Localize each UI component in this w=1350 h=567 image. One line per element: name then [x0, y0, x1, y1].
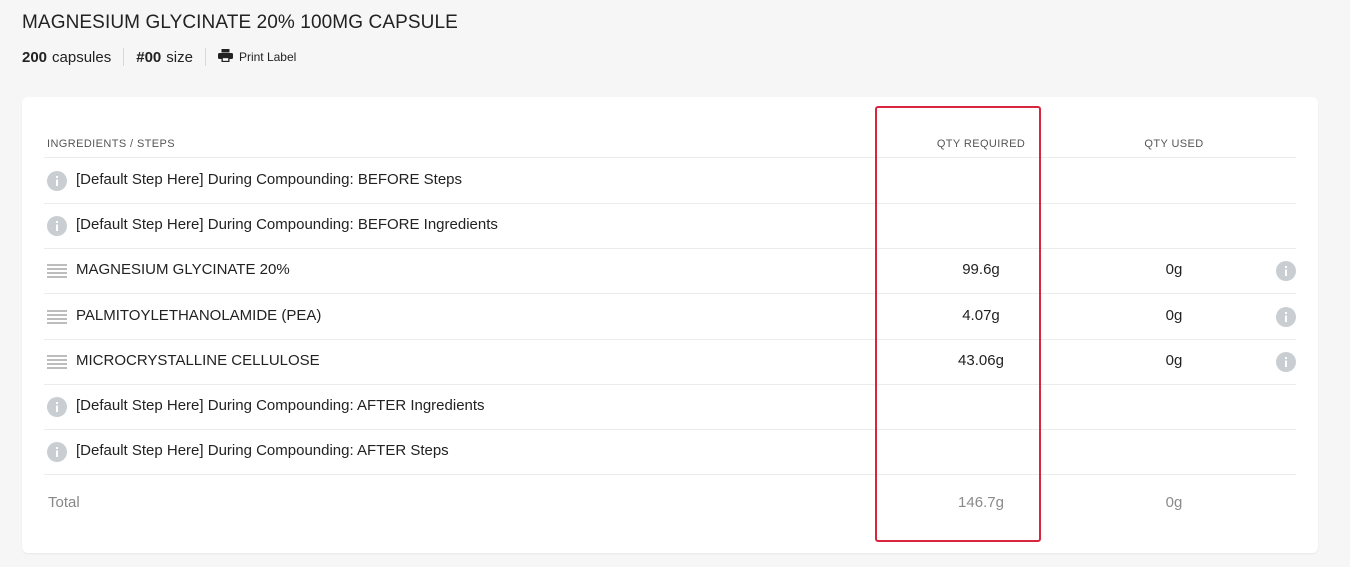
- info-icon[interactable]: [1276, 352, 1296, 372]
- drag-handle-icon[interactable]: [47, 261, 67, 278]
- ingredient-label: MAGNESIUM GLYCINATE 20%: [76, 261, 290, 278]
- ingredients-card: INGREDIENTS / STEPS QTY REQUIRED QTY USE…: [22, 97, 1318, 553]
- info-icon[interactable]: [47, 216, 67, 236]
- capsule-size-unit: size: [166, 48, 193, 66]
- qty-used-value: 0g: [1165, 261, 1183, 278]
- column-ingredients: INGREDIENTS / STEPS: [47, 138, 176, 150]
- qty-required-value: 4.07g: [962, 307, 1000, 324]
- step-label: [Default Step Here] During Compounding: …: [76, 397, 485, 414]
- total-label: Total: [48, 494, 80, 511]
- capsule-count: 200: [22, 48, 48, 66]
- info-icon[interactable]: [47, 442, 67, 462]
- table-header: INGREDIENTS / STEPS QTY REQUIRED QTY USE…: [44, 133, 1296, 158]
- meta-divider: [123, 48, 125, 66]
- table-row: [Default Step Here] During Compounding: …: [44, 384, 1296, 430]
- printer-icon: [217, 49, 239, 65]
- info-icon[interactable]: [47, 397, 67, 417]
- total-qty-used: 0g: [1165, 494, 1183, 511]
- total-row: Total 146.7g 0g: [44, 474, 1296, 534]
- drag-handle-icon[interactable]: [47, 352, 67, 369]
- meta-divider: [204, 48, 206, 66]
- ingredient-label: MICROCRYSTALLINE CELLULOSE: [76, 352, 320, 369]
- step-label: [Default Step Here] During Compounding: …: [76, 216, 498, 233]
- capsule-size: #00: [136, 48, 162, 66]
- drag-handle-icon[interactable]: [47, 307, 67, 324]
- product-meta: 200 capsules #00 size Print Label: [22, 48, 296, 66]
- table-row: [Default Step Here] During Compounding: …: [44, 429, 1296, 475]
- qty-used-value: 0g: [1165, 307, 1183, 324]
- total-qty-required: 146.7g: [958, 494, 1004, 511]
- qty-required-value: 99.6g: [962, 261, 1000, 278]
- step-label: [Default Step Here] During Compounding: …: [76, 171, 463, 188]
- ingredient-label: PALMITOYLETHANOLAMIDE (PEA): [76, 307, 322, 324]
- table-row: MICROCRYSTALLINE CELLULOSE 43.06g 0g: [44, 339, 1296, 385]
- info-icon[interactable]: [47, 171, 67, 191]
- qty-used-value: 0g: [1165, 352, 1183, 369]
- info-icon[interactable]: [1276, 307, 1296, 327]
- column-qty-used: QTY USED: [1144, 138, 1204, 150]
- print-label-button[interactable]: Print Label: [217, 49, 297, 65]
- table-row: MAGNESIUM GLYCINATE 20% 99.6g 0g: [44, 248, 1296, 294]
- info-icon[interactable]: [1276, 261, 1296, 281]
- table-row: [Default Step Here] During Compounding: …: [44, 158, 1296, 204]
- qty-required-value: 43.06g: [958, 352, 1004, 369]
- table-row: PALMITOYLETHANOLAMIDE (PEA) 4.07g 0g: [44, 294, 1296, 340]
- table-row: [Default Step Here] During Compounding: …: [44, 203, 1296, 249]
- page-title: MAGNESIUM GLYCINATE 20% 100MG CAPSULE: [22, 12, 458, 33]
- print-label-text: Print Label: [238, 50, 297, 64]
- column-qty-required: QTY REQUIRED: [936, 138, 1026, 150]
- capsule-count-unit: capsules: [52, 48, 112, 66]
- step-label: [Default Step Here] During Compounding: …: [76, 442, 449, 459]
